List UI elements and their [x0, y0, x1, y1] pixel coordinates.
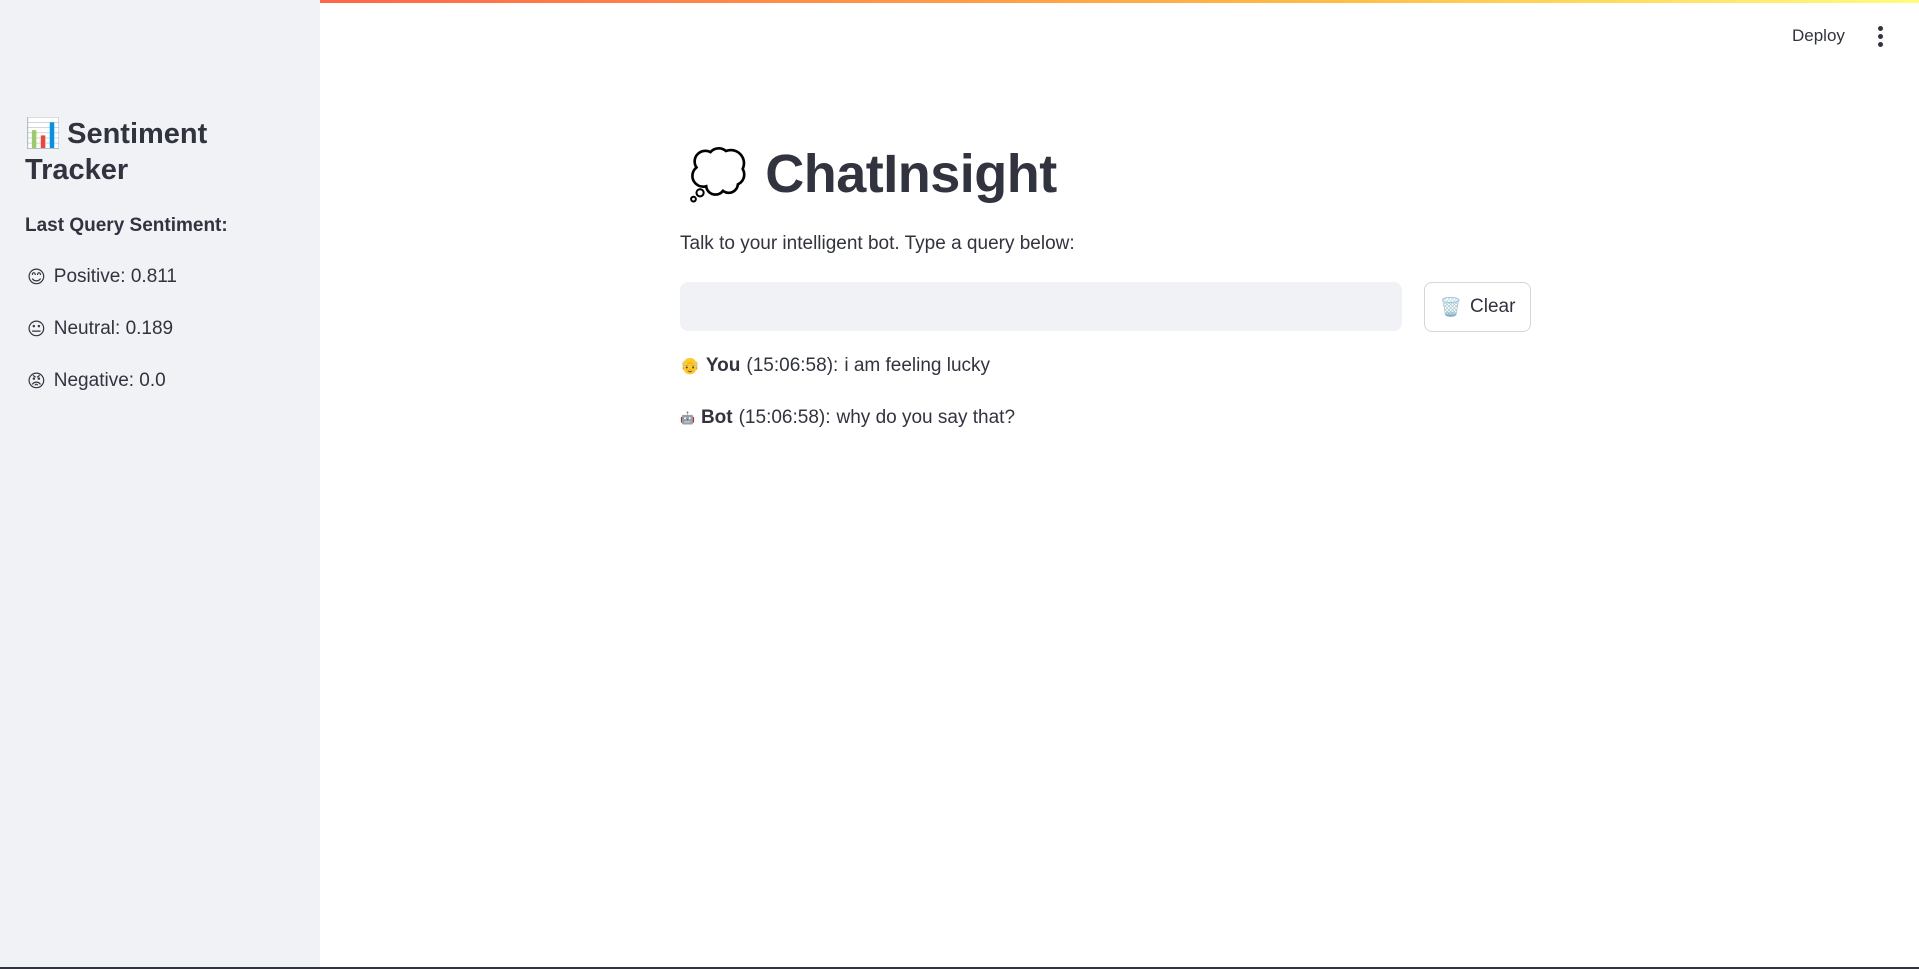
chat-message-user: 👴 You (15:06:58): i am feeling lucky [680, 355, 990, 377]
neutral-face-icon: 😐 [27, 318, 46, 339]
page-subtitle: Talk to your intelligent bot. Type a que… [680, 233, 1075, 254]
page-title-text: ChatInsight [765, 144, 1057, 204]
main-menu-button[interactable] [1871, 22, 1889, 50]
query-input[interactable] [680, 282, 1402, 331]
sentiment-negative-label: Negative: 0.0 [53, 370, 166, 391]
message-author: You [705, 355, 741, 376]
sentiment-neutral: 😐 Neutral: 0.189 [27, 318, 173, 340]
robot-icon: 🤖 [680, 411, 695, 425]
trash-icon: 🗑️ [1439, 296, 1462, 317]
vertical-ellipsis-dot [1877, 41, 1883, 47]
angry-face-icon: 😡 [27, 370, 46, 391]
sentiment-heading: Last Query Sentiment: [25, 215, 228, 236]
smiling-face-icon: 😊 [27, 266, 46, 287]
message-time: (15:06:58): [746, 355, 839, 376]
deploy-button[interactable]: Deploy [1788, 24, 1849, 48]
sentiment-negative: 😡 Negative: 0.0 [27, 370, 166, 392]
message-text: why do you say that? [836, 407, 1016, 428]
sentiment-neutral-label: Neutral: 0.189 [53, 318, 174, 339]
thought-bubble-icon: 💭 [688, 148, 748, 202]
sentiment-positive-label: Positive: 0.811 [53, 266, 177, 287]
chat-message-bot: 🤖 Bot (15:06:58): why do you say that? [680, 407, 1015, 429]
sidebar-title: 📊 Sentiment Tracker [25, 116, 295, 188]
clear-button-label: Clear [1470, 296, 1516, 317]
sentiment-positive: 😊 Positive: 0.811 [27, 266, 177, 288]
clear-button[interactable]: 🗑️ Clear [1424, 282, 1531, 332]
vertical-ellipsis-icon [1877, 25, 1883, 31]
page-title: 💭 ChatInsight [688, 143, 1057, 205]
sidebar: 📊 Sentiment Tracker Last Query Sentiment:… [0, 0, 320, 969]
bar-chart-icon: 📊 [25, 118, 62, 150]
message-time: (15:06:58): [738, 407, 831, 428]
message-text: i am feeling lucky [844, 355, 991, 376]
user-avatar-icon: 👴 [680, 358, 700, 375]
message-author: Bot [700, 407, 733, 428]
vertical-ellipsis-dot [1877, 33, 1883, 39]
